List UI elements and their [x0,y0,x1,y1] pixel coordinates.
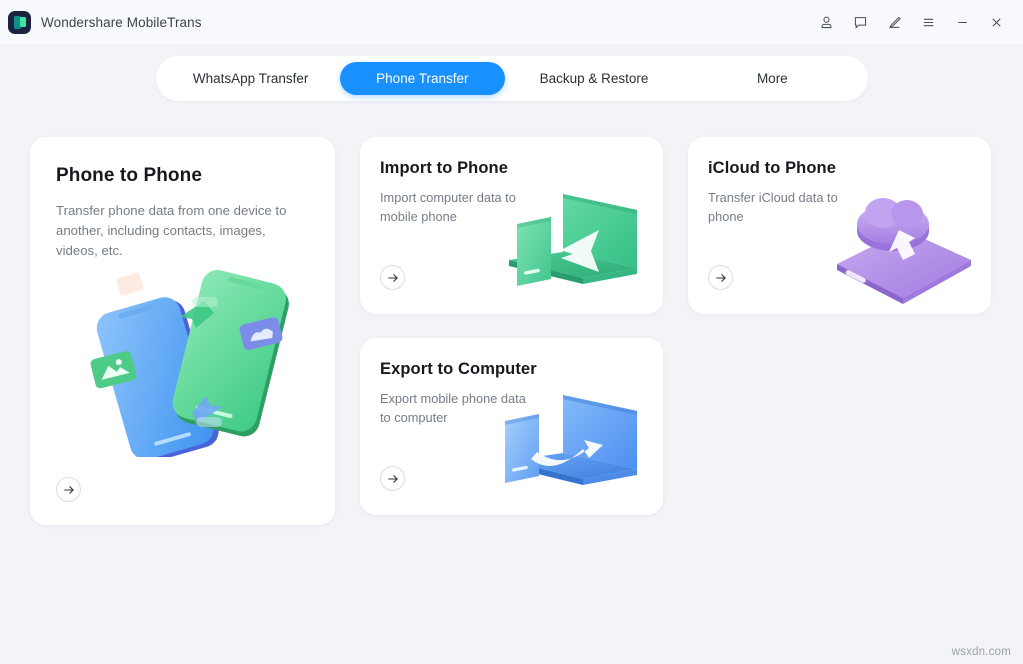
arrow-right-icon[interactable] [56,477,81,502]
tab-backup-restore[interactable]: Backup & Restore [505,62,683,95]
account-icon[interactable] [811,7,841,37]
tab-bar-wrapper: WhatsApp Transfer Phone Transfer Backup … [0,44,1023,101]
arrow-right-icon[interactable] [380,466,405,491]
cards-right-column: Import to Phone Import computer data to … [360,137,991,525]
cards-container: Phone to Phone Transfer phone data from … [0,101,1023,525]
title-bar: Wondershare MobileTrans [0,0,1023,44]
card-phone-to-phone[interactable]: Phone to Phone Transfer phone data from … [30,137,335,525]
purple-cloud-to-phone-illustration [819,186,987,308]
feedback-icon[interactable] [845,7,875,37]
card-import-to-phone[interactable]: Import to Phone Import computer data to … [360,137,663,314]
blue-phone-to-laptop-illustration [487,385,657,515]
tab-whatsapp-transfer[interactable]: WhatsApp Transfer [162,62,340,95]
app-title: Wondershare MobileTrans [41,14,202,30]
card-description: Transfer phone data from one device to a… [56,203,287,259]
card-title: Import to Phone [380,159,508,177]
close-icon[interactable] [981,7,1011,37]
edit-icon[interactable] [879,7,909,37]
tab-phone-transfer[interactable]: Phone Transfer [339,62,505,95]
card-export-to-computer[interactable]: Export to Computer Export mobile phone d… [360,338,663,515]
tab-more[interactable]: More [683,62,861,95]
mobiletrans-logo-icon [8,10,31,34]
tab-bar: WhatsApp Transfer Phone Transfer Backup … [155,56,868,101]
card-title: iCloud to Phone [708,159,836,177]
two-phones-transfer-illustration [82,257,297,463]
window-controls [811,7,1011,37]
arrow-right-icon[interactable] [708,265,733,290]
cards-top-row: Import to Phone Import computer data to … [360,137,991,314]
green-laptop-to-phone-illustration [487,184,657,314]
menu-icon[interactable] [913,7,943,37]
watermark: wsxdn.com [951,646,1011,658]
card-icloud-to-phone[interactable]: iCloud to Phone Transfer iCloud data to … [688,137,991,314]
minimize-icon[interactable] [947,7,977,37]
arrow-right-icon[interactable] [380,265,405,290]
card-title: Phone to Phone [56,165,203,186]
card-title: Export to Computer [380,360,537,378]
